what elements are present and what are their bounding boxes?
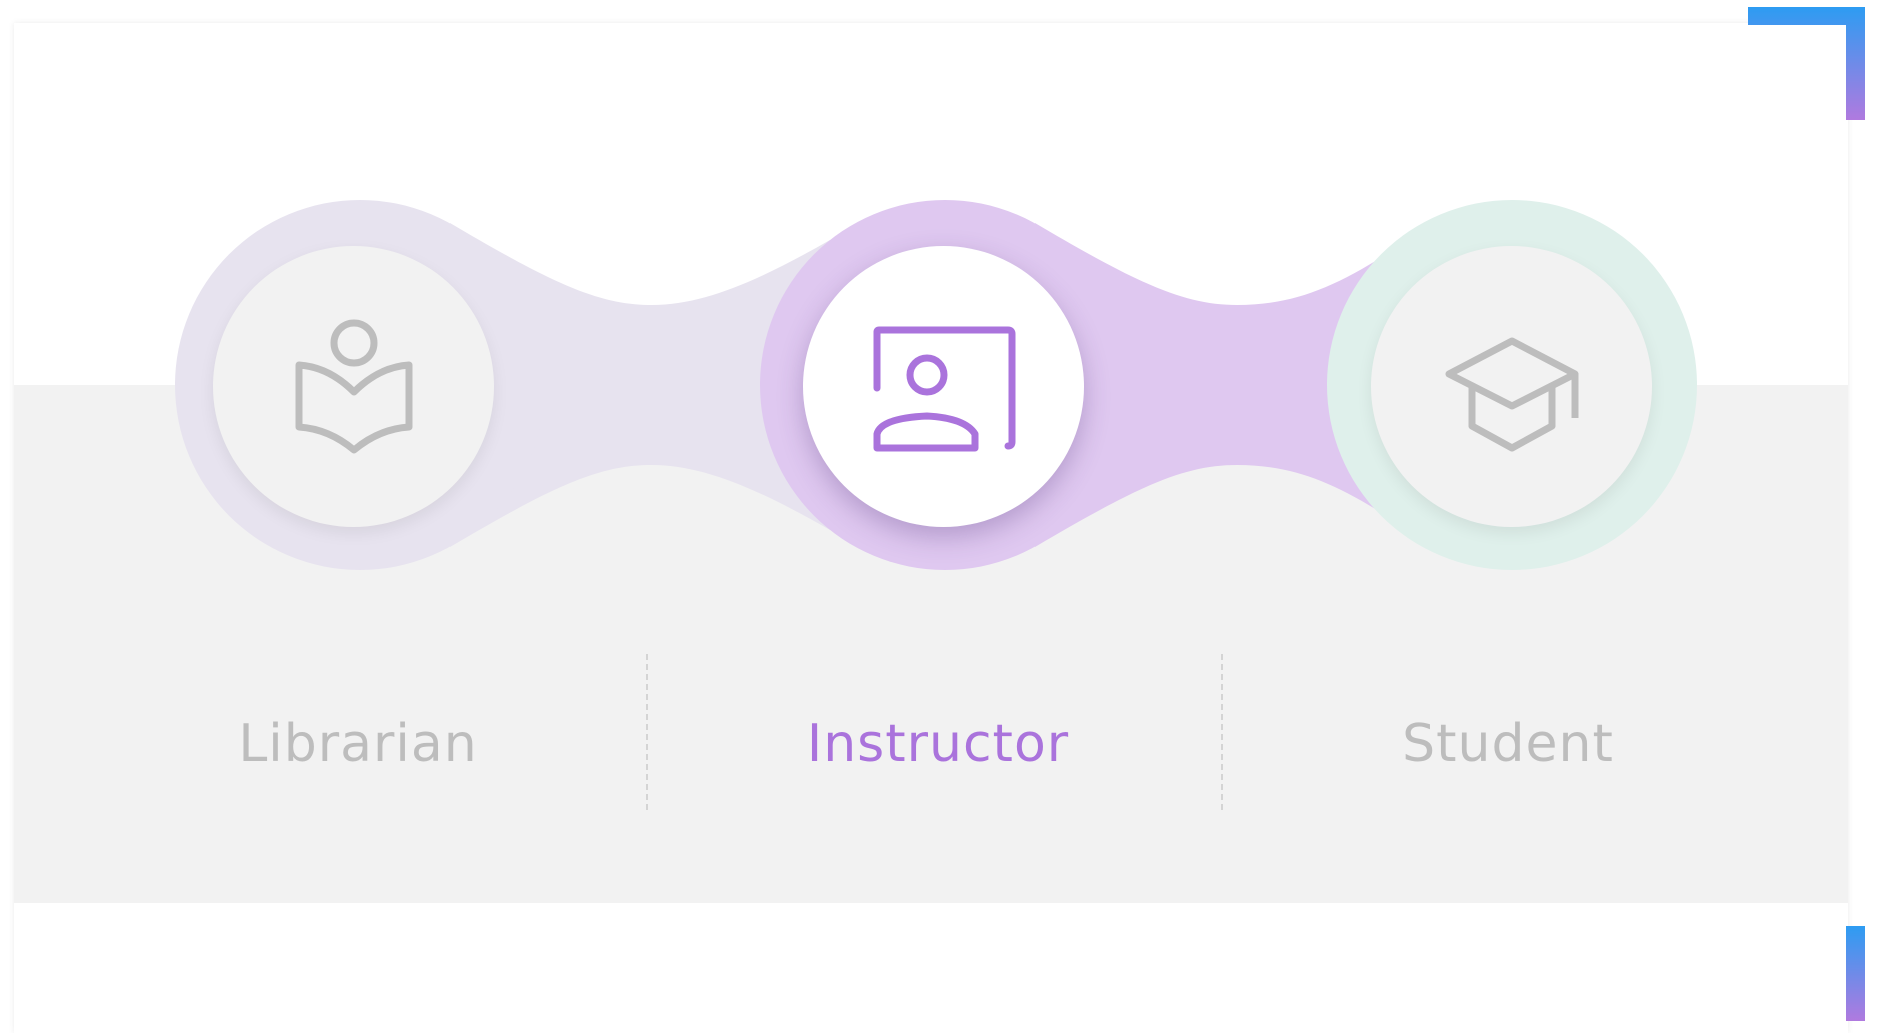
book-reader-icon bbox=[295, 319, 413, 454]
role-selector-page: Librarian Instructor Student bbox=[0, 0, 1883, 1033]
role-divider-2 bbox=[1221, 654, 1223, 810]
role-label-librarian[interactable]: Librarian bbox=[148, 712, 568, 776]
role-divider-1 bbox=[646, 654, 648, 810]
graduation-cap-icon bbox=[1445, 337, 1579, 452]
role-option-student[interactable] bbox=[1371, 246, 1652, 527]
role-option-instructor[interactable] bbox=[803, 246, 1084, 527]
role-label-instructor[interactable]: Instructor bbox=[728, 712, 1148, 776]
role-option-librarian[interactable] bbox=[213, 246, 494, 527]
role-label-student[interactable]: Student bbox=[1298, 712, 1718, 776]
presenter-board-icon bbox=[873, 326, 1016, 452]
